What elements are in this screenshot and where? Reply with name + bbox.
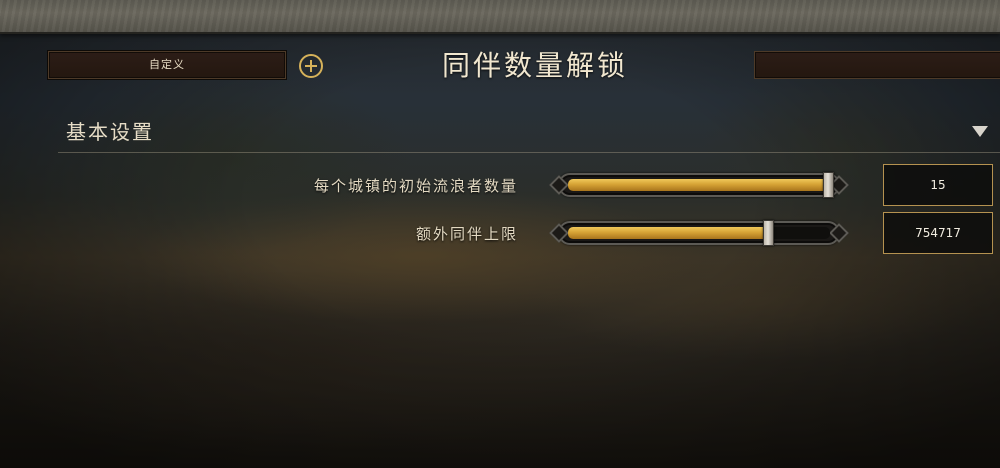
triangle-down-icon[interactable]: [972, 126, 988, 137]
slider-extra-companion-limit[interactable]: [549, 218, 849, 248]
slider-initial-wanderers[interactable]: [549, 170, 849, 200]
section-header-basic-settings[interactable]: 基本设置: [58, 112, 1000, 153]
slider-track: [568, 227, 830, 239]
top-stone-banner: [0, 0, 1000, 34]
section-title: 基本设置: [66, 120, 154, 144]
value-input-extra-companion-limit[interactable]: 754717: [883, 212, 993, 254]
slider-track: [568, 179, 830, 191]
game-settings-screen: 自定义 同伴数量解锁 基本设置 每个城镇的初始流浪者数量 15 额外同伴上限 7…: [0, 0, 1000, 468]
right-header-button[interactable]: [754, 51, 1000, 79]
value-input-initial-wanderers[interactable]: 15: [883, 164, 993, 206]
slider-handle[interactable]: [763, 220, 775, 246]
add-preset-button[interactable]: [299, 54, 323, 78]
setting-label-initial-wanderers: 每个城镇的初始流浪者数量: [313, 177, 518, 195]
slider-fill: [568, 179, 830, 191]
slider-fill: [568, 227, 770, 239]
setting-label-extra-companion-limit: 额外同伴上限: [415, 225, 518, 243]
page-title: 同伴数量解锁: [441, 49, 628, 82]
slider-handle[interactable]: [823, 172, 834, 198]
preset-button[interactable]: 自定义: [48, 51, 286, 79]
